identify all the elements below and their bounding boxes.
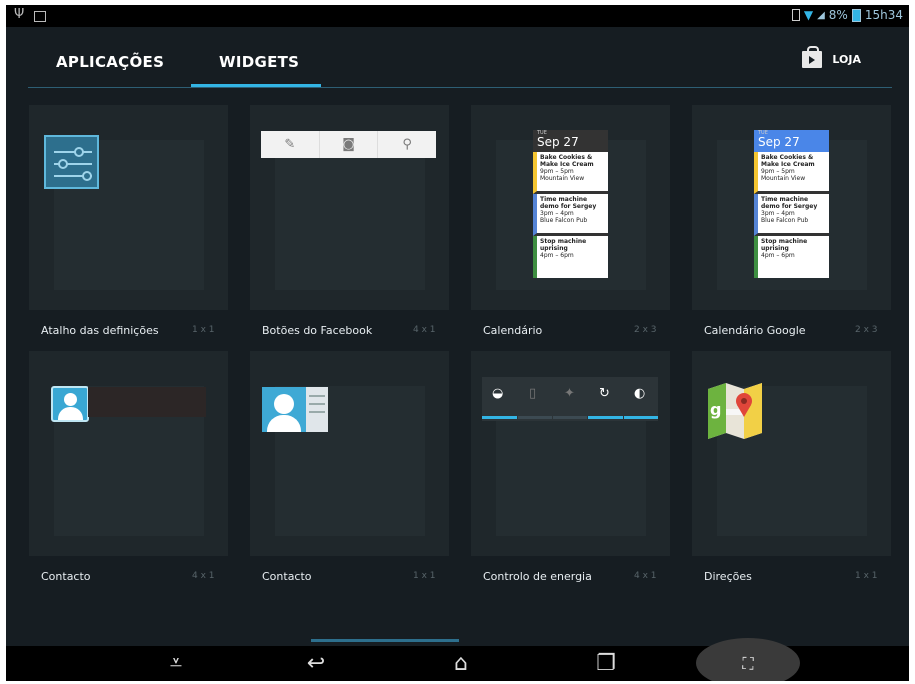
- google-calendar-preview: TUE Sep 27 Bake Cookies & Make Ice Cream…: [754, 130, 829, 278]
- contact-avatar-icon: [51, 386, 89, 422]
- widget-label: Atalho das definições: [41, 324, 159, 337]
- location-icon: ⚲: [402, 137, 412, 152]
- svg-text:g: g: [710, 400, 721, 419]
- contact-name-strip: [88, 387, 206, 417]
- status-bar: Ψ ▼ ◢ 8% 15h34: [6, 5, 909, 27]
- recent-apps-icon[interactable]: ❐: [586, 646, 626, 681]
- usb-icon: Ψ: [14, 7, 25, 22]
- widget-size: 4 x 1: [634, 571, 657, 581]
- tab-divider: [28, 87, 892, 88]
- edit-icon: ✎: [261, 131, 320, 158]
- calendar-event: Bake Cookies & Make Ice Cream 9pm – 5pm Mo…: [754, 152, 829, 194]
- widget-size: 4 x 1: [413, 325, 436, 335]
- wifi-toggle-icon: ◒: [492, 386, 504, 401]
- clock: 15h34: [864, 8, 903, 22]
- calendar-date: Sep 27: [537, 135, 579, 149]
- widget-preview-bg: [275, 140, 425, 290]
- sync-toggle-icon: ↻: [599, 386, 610, 401]
- screenshot-icon[interactable]: ⛶: [728, 646, 768, 681]
- store-button[interactable]: LOJA: [802, 46, 861, 68]
- widget-label: Calendário Google: [704, 324, 806, 337]
- calendar-date: Sep 27: [758, 135, 800, 149]
- widget-size: 4 x 1: [192, 571, 215, 581]
- home-screen: Ψ ▼ ◢ 8% 15h34 APLICAÇÕES WIDGETS LOJA A…: [6, 5, 909, 681]
- widget-directions[interactable]: g: [692, 351, 891, 556]
- widget-size: 1 x 1: [192, 325, 215, 335]
- power-control-preview: ◒ ▯ ✦ ↻ ◐: [482, 377, 658, 421]
- calendar-event: Stop machine uprising 4pm – 6pm: [754, 236, 829, 278]
- widget-contact-large[interactable]: [29, 351, 228, 556]
- back-icon[interactable]: ↩: [296, 646, 336, 681]
- home-icon[interactable]: ⌂: [441, 646, 481, 681]
- signal-icon: ◢: [817, 9, 825, 21]
- widget-label: Controlo de energia: [483, 570, 592, 583]
- store-bag-icon: [802, 46, 823, 68]
- widget-size: 2 x 3: [634, 325, 657, 335]
- widget-contact-small[interactable]: [250, 351, 449, 556]
- widget-label: Calendário: [483, 324, 543, 337]
- tab-widgets[interactable]: WIDGETS: [219, 53, 299, 71]
- tab-apps[interactable]: APLICAÇÕES: [56, 53, 164, 71]
- widget-settings-shortcut[interactable]: [29, 105, 228, 310]
- calendar-event: Time machine demo for Sergey 3pm – 4pm Blu…: [754, 194, 829, 236]
- navigation-bar: ⩡ ↩ ⌂ ❐ ⛶: [6, 638, 909, 681]
- bluetooth-toggle-icon: ▯: [529, 386, 537, 401]
- widget-label: Botões do Facebook: [262, 324, 373, 337]
- calendar-event: Time machine demo for Sergey 3pm – 4pm Blu…: [533, 194, 608, 236]
- battery-percent: 8%: [828, 8, 848, 22]
- calendar-event: Bake Cookies & Make Ice Cream 9pm – 5pm Mo…: [533, 152, 608, 194]
- screenshot-notification-icon: [34, 11, 46, 22]
- hide-keyboard-icon[interactable]: ⩡: [156, 646, 196, 681]
- widget-facebook-buttons[interactable]: ✎ ◙ ⚲: [250, 105, 449, 310]
- page-indicator: [311, 639, 459, 642]
- maps-icon: g: [708, 383, 762, 439]
- settings-sliders-icon: [44, 135, 99, 189]
- contact-card-icon: [262, 387, 328, 432]
- widget-label: Contacto: [262, 570, 312, 583]
- store-label: LOJA: [832, 53, 861, 66]
- facebook-buttons-preview: ✎ ◙ ⚲: [261, 131, 436, 158]
- battery-icon: [851, 8, 861, 22]
- widget-size: 1 x 1: [413, 571, 436, 581]
- widget-power-control[interactable]: ◒ ▯ ✦ ↻ ◐: [471, 351, 670, 556]
- widget-calendar[interactable]: TUE Sep 27 Bake Cookies & Make Ice Cream…: [471, 105, 670, 310]
- widget-label: Contacto: [41, 570, 91, 583]
- camera-icon: ◙: [320, 131, 379, 158]
- widget-google-calendar[interactable]: TUE Sep 27 Bake Cookies & Make Ice Cream…: [692, 105, 891, 310]
- tab-bar: APLICAÇÕES WIDGETS LOJA: [6, 27, 909, 93]
- widget-label: Direções: [704, 570, 752, 583]
- widget-size: 2 x 3: [855, 325, 878, 335]
- wifi-icon: ▼: [803, 8, 814, 22]
- gps-toggle-icon: ✦: [564, 386, 575, 401]
- sim-icon: [791, 9, 800, 21]
- calendar-event: Stop machine uprising 4pm – 6pm: [533, 236, 608, 278]
- calendar-preview: TUE Sep 27 Bake Cookies & Make Ice Cream…: [533, 130, 608, 278]
- brightness-toggle-icon: ◐: [634, 386, 646, 401]
- widget-size: 1 x 1: [855, 571, 878, 581]
